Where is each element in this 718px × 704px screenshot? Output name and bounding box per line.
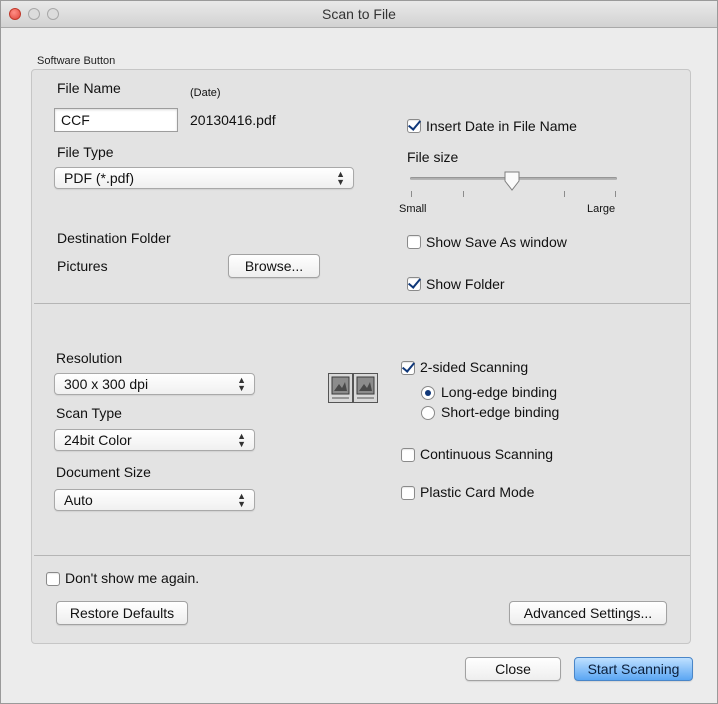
document-size-popup[interactable]: Auto ▲ ▼ bbox=[54, 489, 255, 511]
scan-type-value: 24bit Color bbox=[64, 432, 132, 448]
dont-show-again-label: Don't show me again. bbox=[65, 570, 200, 586]
file-type-popup[interactable]: PDF (*.pdf) ▲ ▼ bbox=[54, 167, 354, 189]
resolution-label: Resolution bbox=[56, 350, 123, 366]
document-size-label: Document Size bbox=[56, 464, 151, 480]
scan-type-label: Scan Type bbox=[56, 405, 122, 421]
slider-tick bbox=[564, 191, 565, 197]
destination-folder-label: Destination Folder bbox=[57, 230, 171, 246]
title-bar[interactable]: Scan to File bbox=[1, 1, 717, 28]
file-size-small-label: Small bbox=[399, 203, 427, 215]
date-value: 20130416.pdf bbox=[190, 112, 276, 128]
show-save-as-label: Show Save As window bbox=[426, 234, 567, 250]
insert-date-checkbox[interactable] bbox=[407, 119, 421, 133]
footer-divider bbox=[34, 555, 690, 556]
long-edge-binding-label: Long-edge binding bbox=[441, 384, 557, 400]
file-size-label: File size bbox=[407, 149, 459, 165]
restore-defaults-button[interactable]: Restore Defaults bbox=[56, 601, 188, 625]
file-size-large-label: Large bbox=[587, 203, 616, 215]
insert-date-label: Insert Date in File Name bbox=[426, 118, 577, 134]
show-folder-checkbox[interactable] bbox=[407, 277, 421, 291]
advanced-settings-button[interactable]: Advanced Settings... bbox=[509, 601, 667, 625]
show-folder-label: Show Folder bbox=[426, 276, 505, 292]
close-button[interactable]: Close bbox=[465, 657, 561, 681]
browse-button[interactable]: Browse... bbox=[228, 254, 320, 278]
popup-arrows-icon: ▲ ▼ bbox=[336, 169, 345, 187]
slider-tick bbox=[411, 191, 412, 197]
slider-tick bbox=[615, 191, 616, 197]
popup-arrows-icon: ▲ ▼ bbox=[237, 431, 246, 449]
section-divider bbox=[34, 303, 690, 304]
popup-arrows-icon: ▲ ▼ bbox=[237, 491, 246, 509]
file-type-label: File Type bbox=[57, 144, 114, 160]
popup-arrows-icon: ▲ ▼ bbox=[237, 375, 246, 393]
short-edge-binding-label: Short-edge binding bbox=[441, 404, 560, 420]
short-edge-binding-radio[interactable] bbox=[421, 406, 435, 420]
file-name-field[interactable]: CCF bbox=[54, 108, 178, 132]
continuous-scanning-checkbox[interactable] bbox=[401, 448, 415, 462]
file-name-label: File Name bbox=[57, 80, 121, 96]
file-type-value: PDF (*.pdf) bbox=[64, 170, 135, 186]
continuous-scanning-label: Continuous Scanning bbox=[420, 446, 554, 462]
file-size-slider-thumb-icon[interactable] bbox=[503, 171, 521, 191]
plastic-card-mode-label: Plastic Card Mode bbox=[420, 484, 535, 500]
plastic-card-mode-checkbox[interactable] bbox=[401, 486, 415, 500]
two-sided-scanning-checkbox[interactable] bbox=[401, 361, 415, 375]
scan-to-file-window: Scan to File Software Button File Name (… bbox=[0, 0, 718, 704]
section-label-software-button: Software Button bbox=[37, 55, 116, 67]
date-label: (Date) bbox=[190, 87, 221, 99]
start-scanning-button[interactable]: Start Scanning bbox=[574, 657, 693, 681]
settings-panel bbox=[31, 69, 691, 644]
show-save-as-checkbox[interactable] bbox=[407, 235, 421, 249]
resolution-popup[interactable]: 300 x 300 dpi ▲ ▼ bbox=[54, 373, 255, 395]
resolution-value: 300 x 300 dpi bbox=[64, 376, 149, 392]
dont-show-again-checkbox[interactable] bbox=[46, 572, 60, 586]
scan-type-popup[interactable]: 24bit Color ▲ ▼ bbox=[54, 429, 255, 451]
slider-tick bbox=[463, 191, 464, 197]
document-size-value: Auto bbox=[64, 492, 93, 508]
long-edge-binding-radio[interactable] bbox=[421, 386, 435, 400]
window-title: Scan to File bbox=[322, 6, 396, 22]
destination-folder-value: Pictures bbox=[57, 258, 108, 274]
two-sided-scanning-label: 2-sided Scanning bbox=[420, 359, 529, 375]
two-sided-binding-icon bbox=[328, 373, 378, 403]
